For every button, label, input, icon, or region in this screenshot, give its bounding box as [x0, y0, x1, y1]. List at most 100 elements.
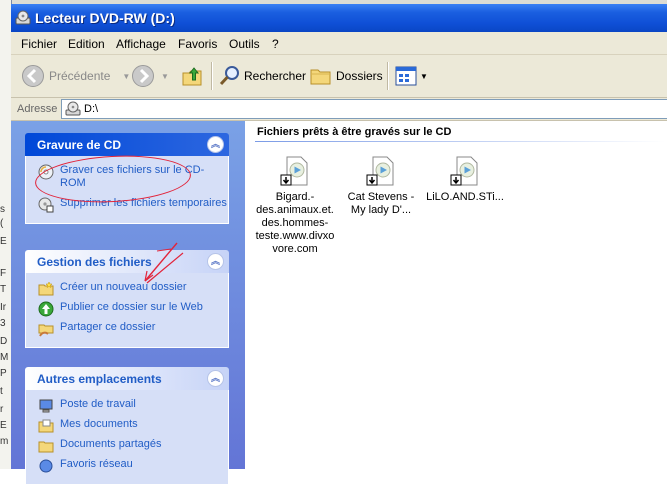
menu-edition[interactable]: Edition — [68, 37, 105, 51]
task-my-documents[interactable]: Mes documents — [26, 418, 228, 433]
collapse-chevron-icon[interactable]: ︽ — [207, 253, 224, 270]
group-header: Fichiers prêts à être gravés sur le CD — [257, 126, 452, 138]
toolbar: Précédente ▼ ▼ Rechercher Dossiers ▼ — [11, 55, 667, 98]
video-file-icon — [279, 155, 311, 187]
address-value: D:\ — [84, 103, 99, 115]
panel-body: Graver ces fichiers sur le CD-ROM Suppri… — [25, 156, 229, 224]
bg-fragment: D — [0, 336, 8, 347]
collapse-chevron-icon[interactable]: ︽ — [207, 136, 224, 153]
my-computer-icon — [39, 399, 53, 413]
folder-icon — [310, 69, 331, 85]
up-folder-button[interactable] — [181, 63, 205, 89]
views-dropdown-icon[interactable]: ▼ — [420, 72, 428, 81]
file-name: Cat Stevens - My lady D'... — [347, 191, 415, 216]
bg-fragment: s — [0, 204, 5, 215]
back-label: Précédente — [49, 69, 111, 83]
task-label: Partager ce dossier — [60, 321, 156, 333]
menu-outils[interactable]: Outils — [229, 37, 260, 51]
bg-fragment: 3 — [0, 318, 6, 329]
bg-fragment: M — [0, 352, 9, 363]
video-file-icon — [365, 155, 397, 187]
content-pane: Fichiers prêts à être gravés sur le CD B… — [245, 121, 667, 469]
search-button[interactable]: Rechercher — [218, 63, 306, 89]
bg-fragment: E — [0, 420, 7, 431]
video-file-icon — [449, 155, 481, 187]
panel-gestion-fichiers: Gestion des fichiers ︽ Créer un nouveau … — [25, 250, 229, 348]
views-icon — [395, 66, 417, 86]
bg-fragment: T — [0, 284, 7, 295]
task-my-computer[interactable]: Poste de travail — [26, 398, 228, 413]
bg-fragment: Ir — [0, 302, 7, 313]
panel-body: Créer un nouveau dossier Publier ce doss… — [25, 273, 229, 348]
network-places-icon — [39, 459, 53, 473]
menu-bar: Fichier Edition Affichage Favoris Outils… — [11, 32, 667, 55]
panel-title: Gravure de CD — [37, 138, 122, 152]
collapse-chevron-icon[interactable]: ︽ — [207, 370, 224, 387]
bg-fragment: F — [0, 268, 7, 279]
cd-drive-icon — [65, 101, 81, 116]
shared-documents-icon — [38, 441, 54, 453]
panel-gravure-cd: Gravure de CD ︽ Graver ces fichiers sur … — [25, 133, 229, 224]
bg-fragment: t — [0, 386, 3, 397]
task-delete-temp[interactable]: Supprimer les fichiers temporaires — [26, 197, 228, 213]
task-network-places[interactable]: Favoris réseau — [26, 458, 228, 473]
bg-fragment: E — [0, 236, 7, 247]
my-documents-icon — [38, 419, 54, 433]
panel-header[interactable]: Autres emplacements ︽ — [25, 367, 229, 390]
forward-arrow-icon — [132, 65, 154, 87]
burn-cd-icon — [38, 164, 54, 180]
panel-autres-emplacements: Autres emplacements ︽ Poste de travail M… — [25, 367, 229, 485]
window-title: Lecteur DVD-RW (D:) — [35, 10, 175, 26]
publish-web-icon — [38, 301, 54, 317]
panel-title: Gestion des fichiers — [37, 255, 152, 269]
bg-fragment: ( — [0, 218, 4, 229]
menu-fichier[interactable]: Fichier — [21, 37, 57, 51]
back-dropdown-icon[interactable]: ▼ — [122, 72, 130, 81]
folders-label: Dossiers — [336, 69, 383, 83]
bg-fragment: m — [0, 436, 9, 447]
title-bar[interactable]: Lecteur DVD-RW (D:) — [11, 4, 667, 32]
task-shared-documents[interactable]: Documents partagés — [26, 438, 228, 453]
bg-fragment: P — [0, 368, 7, 379]
task-label: Supprimer les fichiers temporaires — [60, 197, 227, 209]
folders-button[interactable]: Dossiers — [309, 63, 383, 89]
task-new-folder[interactable]: Créer un nouveau dossier — [26, 281, 228, 296]
task-label: Créer un nouveau dossier — [60, 281, 187, 293]
explorer-window: Lecteur DVD-RW (D:) Fichier Edition Affi… — [11, 4, 667, 485]
panel-header[interactable]: Gravure de CD ︽ — [25, 133, 229, 156]
delete-temp-files-icon — [38, 197, 54, 213]
views-button[interactable]: ▼ — [394, 63, 428, 89]
task-burn-cd[interactable]: Graver ces fichiers sur le CD-ROM — [26, 164, 228, 190]
task-label: Documents partagés — [60, 438, 162, 450]
file-name: LiLO.AND.STi... — [426, 191, 504, 203]
menu-affichage[interactable]: Affichage — [116, 37, 166, 51]
cd-drive-icon — [15, 10, 31, 25]
task-pane: Gravure de CD ︽ Graver ces fichiers sur … — [11, 121, 245, 485]
file-name: Bigard.-des.animaux.et.des.hommes-teste.… — [255, 191, 335, 255]
file-item[interactable]: LiLO.AND.STi... — [425, 155, 505, 204]
file-item[interactable]: Cat Stevens - My lady D'... — [341, 155, 421, 217]
task-label: Favoris réseau — [60, 458, 133, 470]
menu-favoris[interactable]: Favoris — [178, 37, 217, 51]
back-arrow-icon — [22, 65, 44, 87]
task-label: Mes documents — [60, 418, 138, 430]
task-share-folder[interactable]: Partager ce dossier — [26, 321, 228, 337]
task-publish-web[interactable]: Publier ce dossier sur le Web — [26, 301, 228, 317]
address-bar: Adresse D:\ — [11, 98, 667, 121]
menu-help[interactable]: ? — [272, 37, 279, 51]
task-label: Publier ce dossier sur le Web — [60, 301, 203, 313]
address-label: Adresse — [17, 103, 58, 115]
search-icon — [219, 66, 239, 86]
back-button[interactable]: Précédente ▼ — [21, 63, 130, 89]
bg-fragment: r — [0, 404, 4, 415]
panel-title: Autres emplacements — [37, 372, 162, 386]
panel-header[interactable]: Gestion des fichiers ︽ — [25, 250, 229, 273]
panel-body: Poste de travail Mes documents Documents… — [25, 390, 229, 485]
forward-button[interactable]: ▼ — [131, 63, 169, 89]
forward-dropdown-icon[interactable]: ▼ — [161, 72, 169, 81]
task-label: Graver ces fichiers sur le CD-ROM — [60, 164, 205, 189]
toolbar-separator — [387, 62, 389, 90]
file-item[interactable]: Bigard.-des.animaux.et.des.hommes-teste.… — [255, 155, 335, 256]
address-input[interactable]: D:\ — [61, 99, 667, 119]
search-label: Rechercher — [244, 69, 307, 83]
